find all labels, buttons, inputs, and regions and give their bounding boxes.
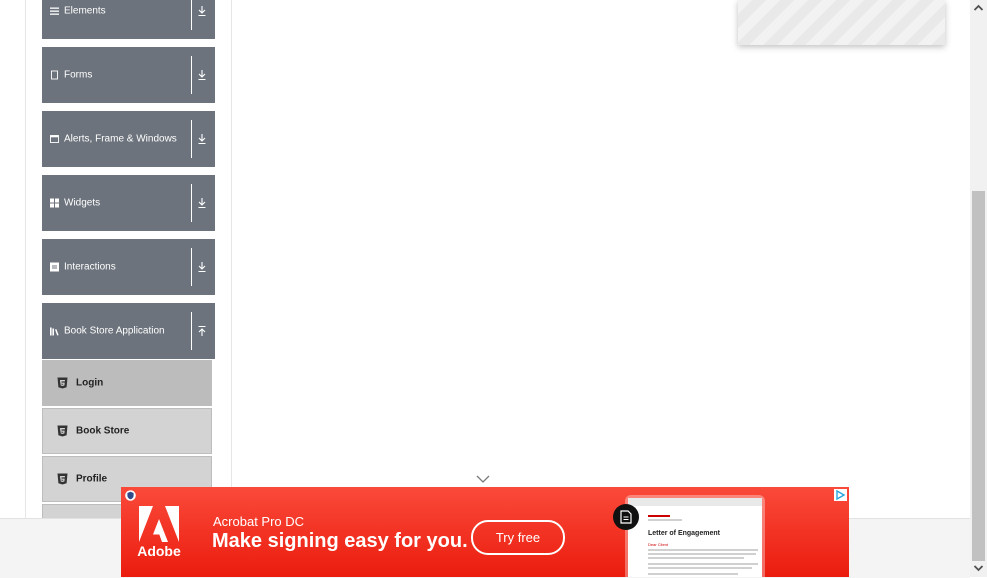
divider (191, 312, 192, 350)
sidebar-item-login[interactable]: Login (42, 360, 212, 406)
divider (191, 248, 192, 286)
top-ad-thumbnail[interactable] (738, 0, 945, 45)
document-icon (620, 510, 632, 524)
adobe-brand-text: Adobe (137, 543, 181, 559)
pdf-badge (613, 504, 639, 530)
ad-document-preview: Letter of Engagement Dear Client (628, 498, 762, 577)
sidebar-group-label: Alerts, Frame & Windows (64, 133, 177, 145)
doc-greeting: Dear Client (648, 542, 669, 547)
interactions-icon (50, 262, 59, 272)
sidebar-group-alerts-frame-windows[interactable]: Alerts, Frame & Windows (42, 111, 215, 167)
content-left-border (25, 0, 26, 518)
expand-arrow-icon[interactable] (197, 133, 207, 145)
try-free-button[interactable]: Try free (471, 520, 565, 555)
sidebar-group-label: Forms (64, 69, 93, 81)
sidebar-group-book-store-application[interactable]: Book Store Application (42, 303, 215, 359)
sidebar-right-border (231, 0, 232, 518)
doc-line (648, 563, 758, 565)
sidebar-group-widgets[interactable]: Widgets (42, 175, 215, 231)
doc-line (648, 549, 758, 551)
adobe-banner-ad[interactable]: Adobe Acrobat Pro DC Make signing easy f… (121, 487, 849, 577)
divider (191, 56, 192, 94)
adchoices-icon[interactable] (834, 489, 847, 501)
doc-title: Letter of Engagement (648, 530, 720, 537)
divider (191, 0, 192, 30)
html5-icon (57, 473, 68, 485)
chevron-down-icon[interactable] (476, 474, 490, 484)
scroll-down-arrow-icon[interactable] (973, 563, 984, 573)
privacy-badge-icon[interactable] (125, 490, 136, 501)
sidebar-item-label: Login (76, 377, 104, 389)
adobe-logo-icon (139, 506, 179, 542)
scroll-up-arrow-icon[interactable] (973, 3, 984, 13)
divider (191, 120, 192, 158)
doc-line (648, 519, 682, 521)
doc-toolbar (628, 498, 762, 506)
form-icon (51, 70, 58, 80)
widgets-icon (50, 198, 59, 208)
scrollbar-thumb[interactable] (972, 191, 985, 561)
sidebar-group-interactions[interactable]: Interactions (42, 239, 215, 295)
sidebar-group-label: Interactions (64, 261, 116, 273)
doc-logo-mark (648, 515, 670, 517)
sidebar-group-label: Book Store Application (64, 325, 165, 337)
ad-product-name: Acrobat Pro DC (213, 514, 305, 529)
expand-arrow-icon[interactable] (197, 5, 207, 17)
divider (191, 184, 192, 222)
expand-arrow-icon[interactable] (197, 261, 207, 273)
sidebar-group-label: Elements (64, 5, 106, 17)
doc-line (648, 553, 756, 555)
html5-icon (57, 377, 68, 389)
sidebar-item-book-store[interactable]: Book Store (42, 408, 212, 454)
book-icon (50, 327, 59, 336)
html5-icon (57, 425, 68, 437)
collapse-arrow-icon[interactable] (197, 325, 207, 337)
window-icon (50, 135, 59, 143)
ad-headline: Make signing easy for you. (212, 530, 468, 552)
sidebar-group-forms[interactable]: Forms (42, 47, 215, 103)
sidebar-item-label: Profile (76, 473, 108, 485)
doc-line (648, 567, 752, 569)
expand-arrow-icon[interactable] (197, 69, 207, 81)
doc-line (648, 557, 744, 559)
sidebar-group-elements[interactable]: Elements (42, 0, 215, 39)
sidebar-item-label: Book Store (76, 425, 130, 437)
expand-arrow-icon[interactable] (197, 197, 207, 209)
sidebar-group-label: Widgets (64, 197, 101, 209)
doc-line (648, 573, 738, 575)
list-icon (50, 7, 59, 15)
